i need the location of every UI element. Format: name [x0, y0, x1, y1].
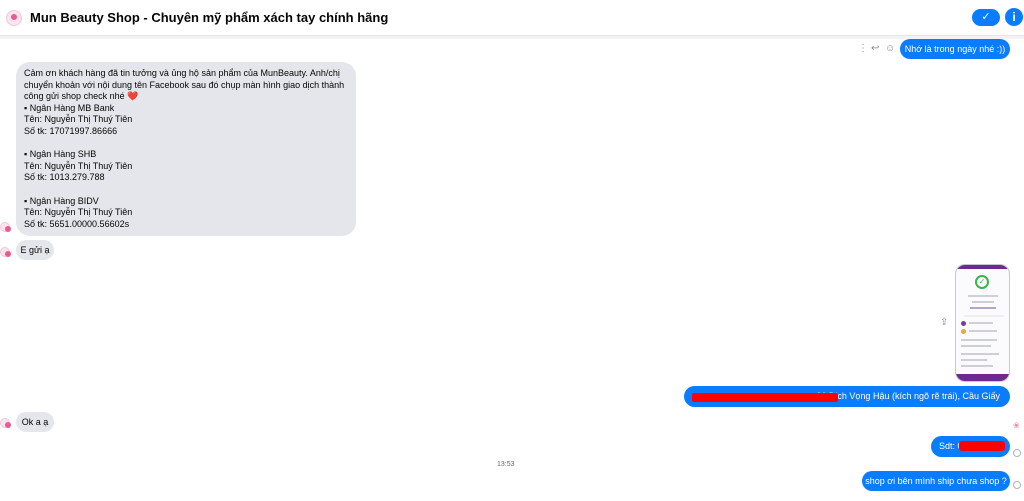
redaction-mark [692, 393, 838, 402]
transfer-screenshot-image[interactable]: ✓ [955, 264, 1010, 382]
incoming-message-bank-info[interactable]: Cảm ơn khách hàng đã tin tưởng và ủng hộ… [16, 62, 356, 236]
shop-avatar-small [0, 222, 11, 232]
react-icon[interactable]: ☺ [885, 43, 895, 54]
reply-icon[interactable]: ↩ [871, 43, 879, 54]
redaction-mark [959, 441, 1005, 451]
scrolled-message-edge [0, 36, 1024, 39]
screenshot-line [961, 365, 993, 367]
outgoing-message[interactable]: shop ơi bên mình ship chưa shop ? [862, 471, 1010, 491]
screenshot-dot [961, 329, 966, 334]
outgoing-message[interactable]: Nhớ là trong ngày nhé :)) [900, 39, 1010, 59]
screenshot-line [961, 359, 987, 361]
screenshot-line [968, 295, 998, 297]
conversation-header: Mun Beauty Shop - Chuyên mỹ phẩm xách ta… [0, 0, 1024, 36]
screenshot-line [972, 301, 994, 303]
screenshot-dot [961, 321, 966, 326]
success-check-icon: ✓ [975, 275, 989, 289]
more-options-icon[interactable]: ⋮ [858, 43, 868, 54]
message-timestamp: 13:53 [497, 461, 515, 468]
shop-avatar-small [0, 247, 11, 257]
heart-icon: ❀ [1013, 421, 1020, 430]
screenshot-line [961, 339, 997, 341]
incoming-message[interactable]: Ok a ạ [16, 412, 54, 432]
seen-indicator-icon [1013, 481, 1021, 489]
info-icon[interactable]: i [1005, 8, 1023, 26]
conversation-title[interactable]: Mun Beauty Shop - Chuyên mỹ phẩm xách ta… [30, 10, 388, 25]
address-text: 36 Dịch Vọng Hậu (kích ngõ rẽ trái), Cầu… [816, 391, 1000, 401]
shop-avatar-small [0, 418, 11, 428]
share-icon[interactable]: ⇪ [940, 317, 948, 328]
screenshot-line [961, 345, 991, 347]
screenshot-line [970, 307, 996, 309]
screenshot-top-bar [956, 265, 1009, 269]
screenshot-line [969, 330, 997, 332]
screenshot-bottom-bar [956, 374, 1009, 381]
screenshot-line [964, 315, 1004, 317]
check-dropdown-button[interactable]: ✓ [972, 9, 1000, 26]
screenshot-line [969, 322, 993, 324]
screenshot-line [961, 353, 999, 355]
incoming-message[interactable]: E gửi ạ [16, 240, 54, 260]
shop-avatar[interactable] [6, 10, 22, 26]
seen-indicator-icon [1013, 449, 1021, 457]
